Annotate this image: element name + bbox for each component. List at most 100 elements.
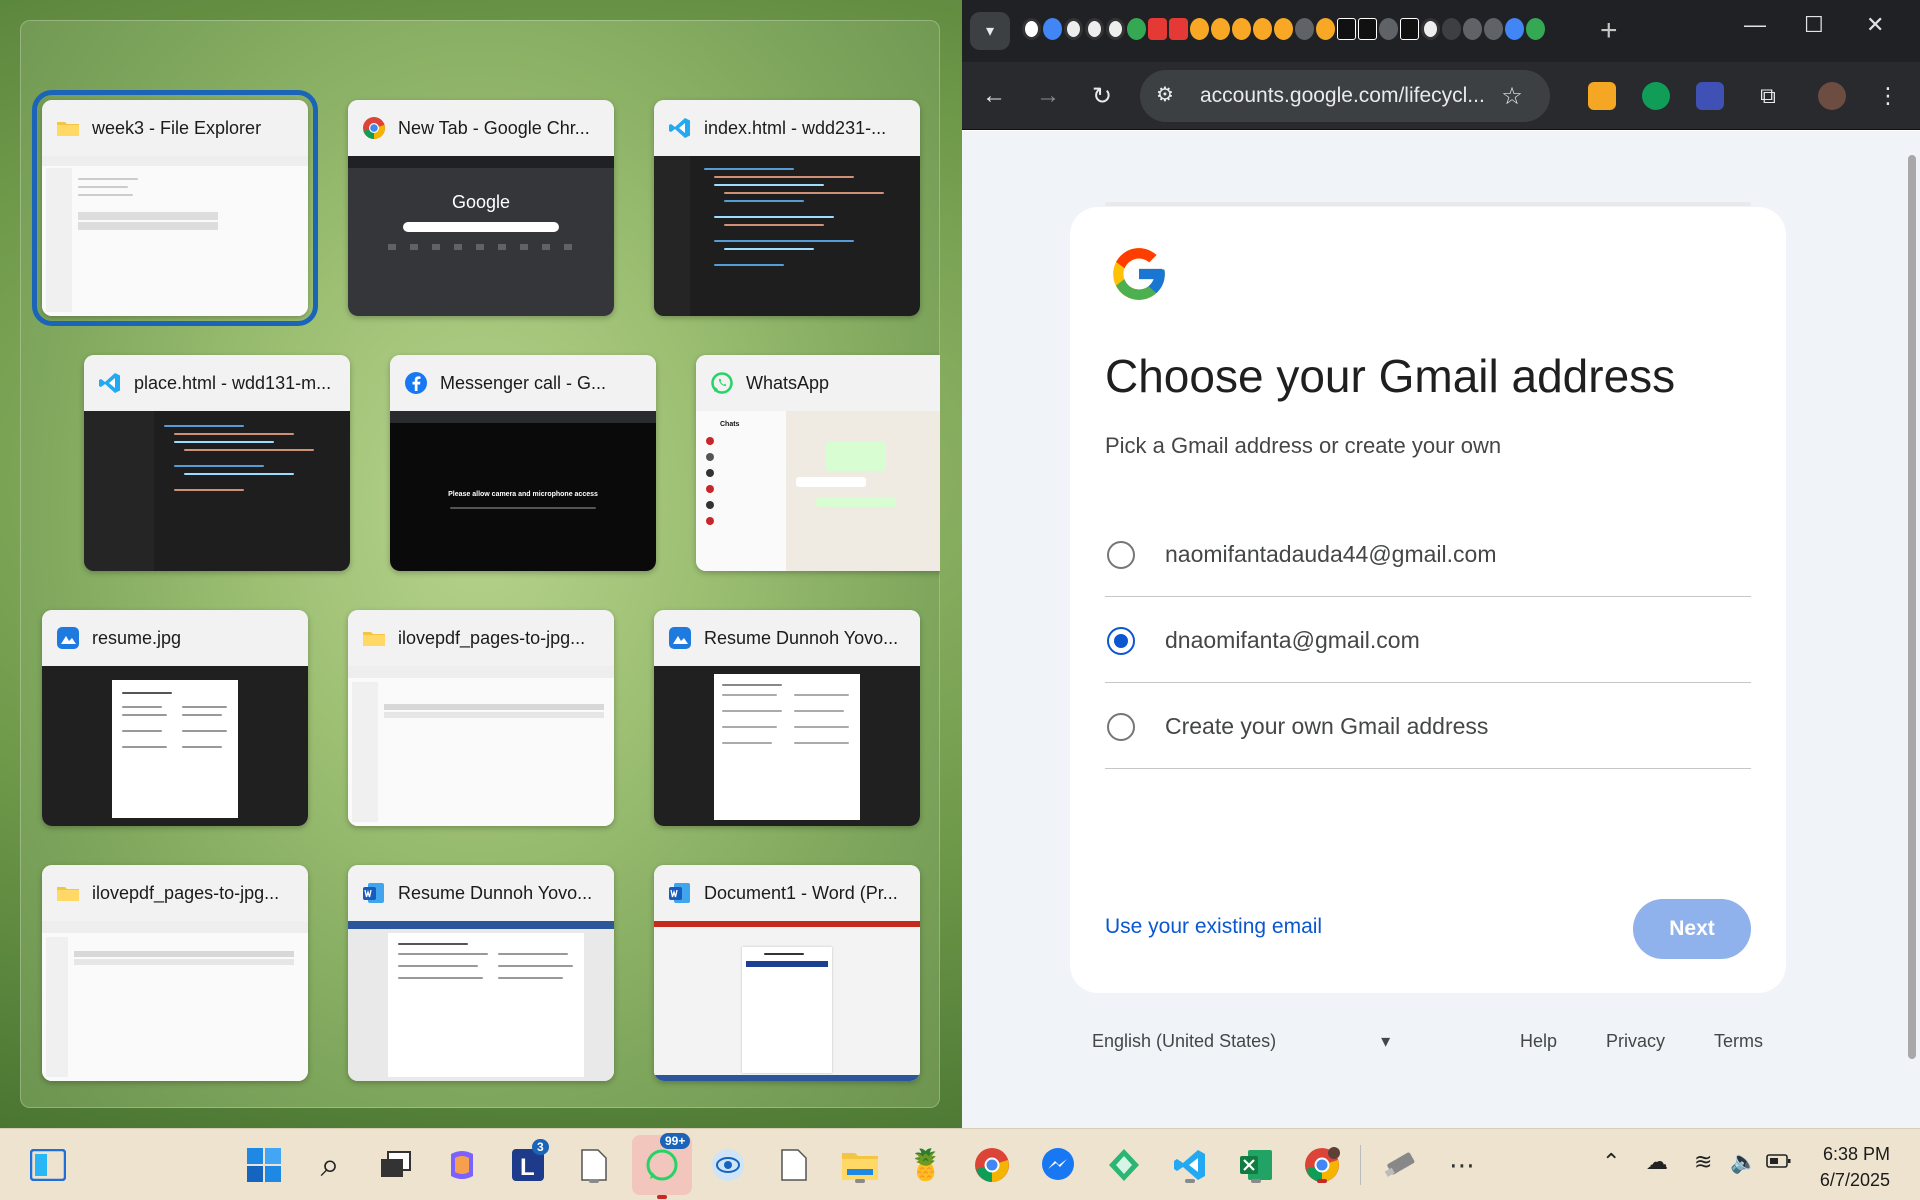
tab-favicon[interactable] [1379, 18, 1398, 40]
clock-date: 6/7/2025 [1819, 1170, 1890, 1190]
lync-app-icon[interactable]: L 3 [506, 1139, 550, 1187]
tab-favicon[interactable] [1148, 18, 1167, 40]
whatsapp-taskbar-icon[interactable]: 99+ [632, 1133, 692, 1199]
tab-favicon[interactable] [1232, 18, 1251, 40]
tab-favicon[interactable] [1463, 18, 1482, 40]
tab-search-button[interactable]: ▾ [970, 12, 1010, 50]
privacy-link[interactable]: Privacy [1606, 1031, 1665, 1052]
window-thumbnail-word-document1[interactable]: Document1 - Word (Pr... [654, 865, 920, 1081]
extension-icon[interactable] [1696, 82, 1724, 110]
tab-favicon[interactable] [1358, 18, 1377, 40]
minimize-icon[interactable]: — [1744, 12, 1766, 38]
copilot-icon[interactable] [440, 1143, 484, 1187]
window-thumbnail-resume-jpg[interactable]: resume.jpg [42, 610, 308, 826]
address-bar[interactable]: ⚙ accounts.google.com/lifecycl... [1140, 70, 1550, 122]
system-clock[interactable]: 6:38 PM 6/7/2025 [1820, 1141, 1890, 1193]
window-title: resume.jpg [92, 627, 182, 648]
tab-favicon[interactable] [1085, 18, 1104, 40]
tab-favicon[interactable] [1400, 18, 1419, 40]
messenger-icon[interactable] [1036, 1143, 1080, 1187]
maximize-icon[interactable]: ☐ [1804, 12, 1824, 38]
tab-favicon[interactable] [1316, 18, 1335, 40]
tab-favicon[interactable] [1274, 18, 1293, 40]
tab-favicon[interactable] [1127, 18, 1146, 40]
excel-icon[interactable] [1234, 1143, 1278, 1187]
radio-button[interactable] [1107, 713, 1135, 741]
email-option-1[interactable]: naomifantadauda44@gmail.com [1105, 511, 1751, 597]
window-thumbnail-whatsapp[interactable]: WhatsApp Chats [696, 355, 940, 571]
widgets-icon[interactable] [26, 1143, 70, 1187]
site-settings-icon[interactable]: ⚙ [1156, 82, 1174, 107]
tab-favicon[interactable] [1253, 18, 1272, 40]
forward-icon[interactable]: → [1028, 76, 1068, 116]
tab-favicon[interactable] [1484, 18, 1503, 40]
tab-favicon[interactable] [1106, 18, 1125, 40]
tab-favicon[interactable] [1421, 18, 1440, 40]
chrome-profile-icon[interactable] [1300, 1143, 1344, 1187]
download-extension-icon[interactable] [1642, 82, 1670, 110]
file-icon[interactable] [772, 1143, 816, 1187]
radio-button[interactable] [1107, 541, 1135, 569]
tab-favicon[interactable] [1043, 18, 1062, 40]
usb-drive-icon[interactable] [1378, 1143, 1422, 1187]
help-link[interactable]: Help [1520, 1031, 1557, 1052]
window-thumbnail-resume-photos[interactable]: Resume Dunnoh Yovo... [654, 610, 920, 826]
use-existing-email-link[interactable]: Use your existing email [1105, 915, 1322, 939]
option-label: naomifantadauda44@gmail.com [1165, 541, 1497, 567]
cloud-offline-icon[interactable]: ☁ [1646, 1149, 1668, 1175]
email-option-2[interactable]: dnaomifanta@gmail.com [1105, 597, 1751, 683]
tab-favicon[interactable] [1337, 18, 1356, 40]
reload-icon[interactable]: ↻ [1082, 76, 1122, 116]
tab-favicon[interactable] [1190, 18, 1209, 40]
pineapple-app-icon[interactable]: 🍍 [904, 1143, 948, 1187]
window-thumbnail-messenger-call[interactable]: Messenger call - G... Please allow camer… [390, 355, 656, 571]
task-view-icon[interactable] [374, 1143, 418, 1187]
window-thumbnail-file-explorer[interactable]: week3 - File Explorer [32, 90, 318, 326]
window-thumbnail-vscode-index[interactable]: index.html - wdd231-... [654, 100, 920, 316]
new-tab-button[interactable]: + [1600, 14, 1618, 48]
tab-favicon[interactable] [1442, 18, 1461, 40]
volume-icon[interactable]: 🔈 [1730, 1149, 1757, 1175]
tab-favicon[interactable] [1211, 18, 1230, 40]
show-hidden-icons-chevron-up-icon[interactable]: ⌃ [1602, 1149, 1620, 1175]
scrollbar-thumb[interactable] [1908, 155, 1916, 1059]
profile-avatar[interactable] [1818, 82, 1846, 110]
language-selector[interactable]: English (United States) ▾ [1092, 1031, 1390, 1052]
window-thumbnail-vscode-place[interactable]: place.html - wdd131-m... [84, 355, 350, 571]
window-thumbnail-ilovepdf-folder-2[interactable]: ilovepdf_pages-to-jpg... [42, 865, 308, 1081]
chrome-icon[interactable] [970, 1143, 1014, 1187]
radio-button-selected[interactable] [1107, 627, 1135, 655]
close-icon[interactable]: ✕ [1866, 12, 1884, 38]
tab-favicon[interactable] [1169, 18, 1188, 40]
window-thumbnail-ilovepdf-folder-1[interactable]: ilovepdf_pages-to-jpg... [348, 610, 614, 826]
extension-icon[interactable] [1588, 82, 1616, 110]
cube-app-icon[interactable] [1102, 1143, 1146, 1187]
tab-favicon[interactable] [1295, 18, 1314, 40]
battery-icon[interactable] [1766, 1149, 1792, 1175]
file-explorer-icon[interactable] [838, 1143, 882, 1187]
tab-favicon[interactable] [1505, 18, 1524, 40]
scrollbar[interactable] [1904, 131, 1920, 1128]
file-icon[interactable] [572, 1143, 616, 1187]
back-icon[interactable]: ← [974, 76, 1014, 116]
create-own-option[interactable]: Create your own Gmail address [1105, 683, 1751, 769]
folder-icon [56, 116, 80, 140]
more-menu-icon[interactable]: ⋮ [1868, 76, 1908, 116]
bookmark-star-icon[interactable]: ☆ [1492, 76, 1532, 116]
eye-app-icon[interactable] [706, 1143, 750, 1187]
more-apps-icon[interactable]: ⋯ [1440, 1143, 1484, 1187]
window-thumbnail-word-resume[interactable]: Resume Dunnoh Yovo... [348, 865, 614, 1081]
wifi-icon[interactable]: ≋ [1694, 1149, 1712, 1175]
search-icon[interactable]: ⌕ [308, 1143, 352, 1187]
terms-link[interactable]: Terms [1714, 1031, 1763, 1052]
start-button-icon[interactable] [242, 1143, 286, 1187]
vscode-icon[interactable] [1168, 1143, 1212, 1187]
window-thumbnail-chrome[interactable]: New Tab - Google Chr... Google [348, 100, 614, 316]
tab-favicon[interactable] [1064, 18, 1083, 40]
pinned-tab-favicons[interactable] [1022, 18, 1545, 40]
next-button[interactable]: Next [1633, 899, 1751, 959]
tab-favicon[interactable] [1526, 18, 1545, 40]
tab-favicon[interactable] [1022, 18, 1041, 40]
extensions-puzzle-icon[interactable]: ⧉ [1748, 76, 1788, 116]
running-indicator [589, 1179, 599, 1183]
